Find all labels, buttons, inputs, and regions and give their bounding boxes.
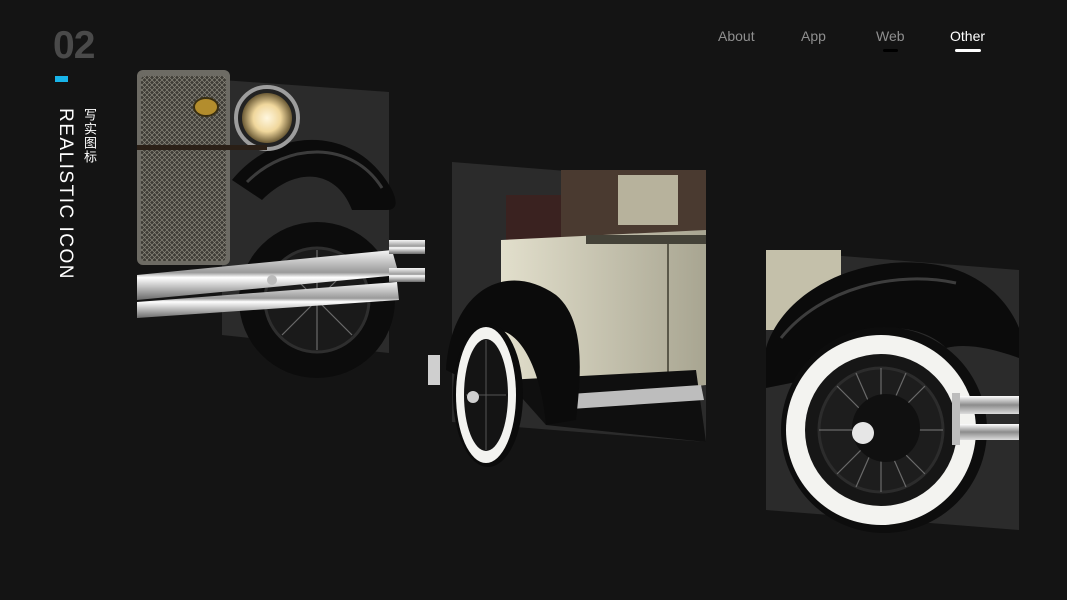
nav-underline bbox=[882, 49, 898, 52]
page: 02 REALISTIC ICON 写实图标 About App Web Oth… bbox=[0, 0, 1067, 600]
section-title-en: REALISTIC ICON bbox=[55, 108, 76, 280]
nav-active-underline bbox=[954, 49, 981, 52]
nav-item-app[interactable]: App bbox=[801, 28, 826, 44]
vintage-car-front-icon bbox=[137, 70, 425, 378]
illustration-front bbox=[137, 70, 432, 380]
accent-bar bbox=[55, 76, 68, 82]
nav-item-label: App bbox=[801, 28, 826, 44]
illustration-wheel bbox=[766, 248, 1026, 558]
top-nav: About App Web Other bbox=[0, 28, 1067, 58]
nav-item-label: Other bbox=[950, 28, 986, 44]
nav-item-about[interactable]: About bbox=[718, 28, 755, 44]
nav-item-web[interactable]: Web bbox=[876, 28, 905, 52]
vintage-car-door-icon bbox=[428, 162, 706, 467]
section-title-cn: 写实图标 bbox=[81, 108, 96, 164]
illustration-door bbox=[426, 160, 711, 475]
nav-item-other[interactable]: Other bbox=[950, 28, 985, 52]
nav-item-label: About bbox=[718, 28, 755, 44]
vintage-car-wheel-icon bbox=[766, 250, 1019, 533]
nav-item-label: Web bbox=[876, 28, 905, 44]
